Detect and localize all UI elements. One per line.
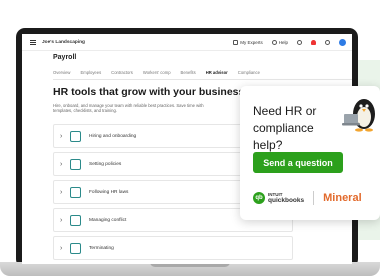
list-item-label: Following HR laws [89,189,129,195]
quickbooks-label: quickbooks [268,197,305,204]
shield-icon [70,186,81,198]
list-item-label: Managing conflict [89,217,127,223]
quickbooks-logo-icon: qb [253,192,265,204]
people-icon [70,242,81,254]
list-item-label: Setting policies [89,161,122,167]
list-item-terminating[interactable]: › Terminating [53,236,293,260]
list-item-label: Terminating [89,245,114,251]
help-icon [271,39,277,45]
mineral-logo: Mineral [323,192,362,204]
tab-divider [53,79,352,80]
page-title: Payroll [53,54,77,61]
document-icon [70,158,81,170]
hero-title: HR tools that grow with your business [53,86,245,98]
chevron-right-icon: › [60,188,63,196]
person-icon [70,130,81,142]
card-title: Need HR or compliance help? [253,104,317,152]
menu-icon[interactable] [30,39,36,45]
help-button[interactable]: Help [271,39,288,45]
mascot-with-laptop-icon [342,99,375,132]
brand-divider [313,191,315,205]
chevron-right-icon: › [60,160,63,168]
search-icon[interactable] [297,39,302,45]
notification-bell-icon[interactable] [311,39,316,45]
send-question-button[interactable]: Send a question [253,152,343,173]
top-actions: My Experts Help [233,38,346,46]
brand-row: qb INTUIT quickbooks Mineral [253,188,377,208]
my-experts-label: My Experts [240,39,263,45]
company-name[interactable]: Joe's Landscaping [42,40,85,45]
gear-icon[interactable] [325,39,330,45]
experts-icon [233,39,239,45]
chevron-right-icon: › [60,216,63,224]
avatar[interactable] [339,38,346,46]
list-item-label: Hiring and onboarding [89,133,137,139]
help-label: Help [278,39,288,45]
my-experts-button[interactable]: My Experts [233,39,263,45]
top-bar: Joe's Landscaping My Experts Help [22,34,352,51]
hr-help-card: Need HR or compliance help? Send a quest… [240,86,380,220]
chevron-right-icon: › [60,244,63,252]
hero-subtitle: Hire, onboard, and manage your team with… [53,103,204,114]
quickbooks-wordmark: INTUIT quickbooks [268,192,304,204]
people-icon [70,214,81,226]
chevron-right-icon: › [60,132,63,140]
